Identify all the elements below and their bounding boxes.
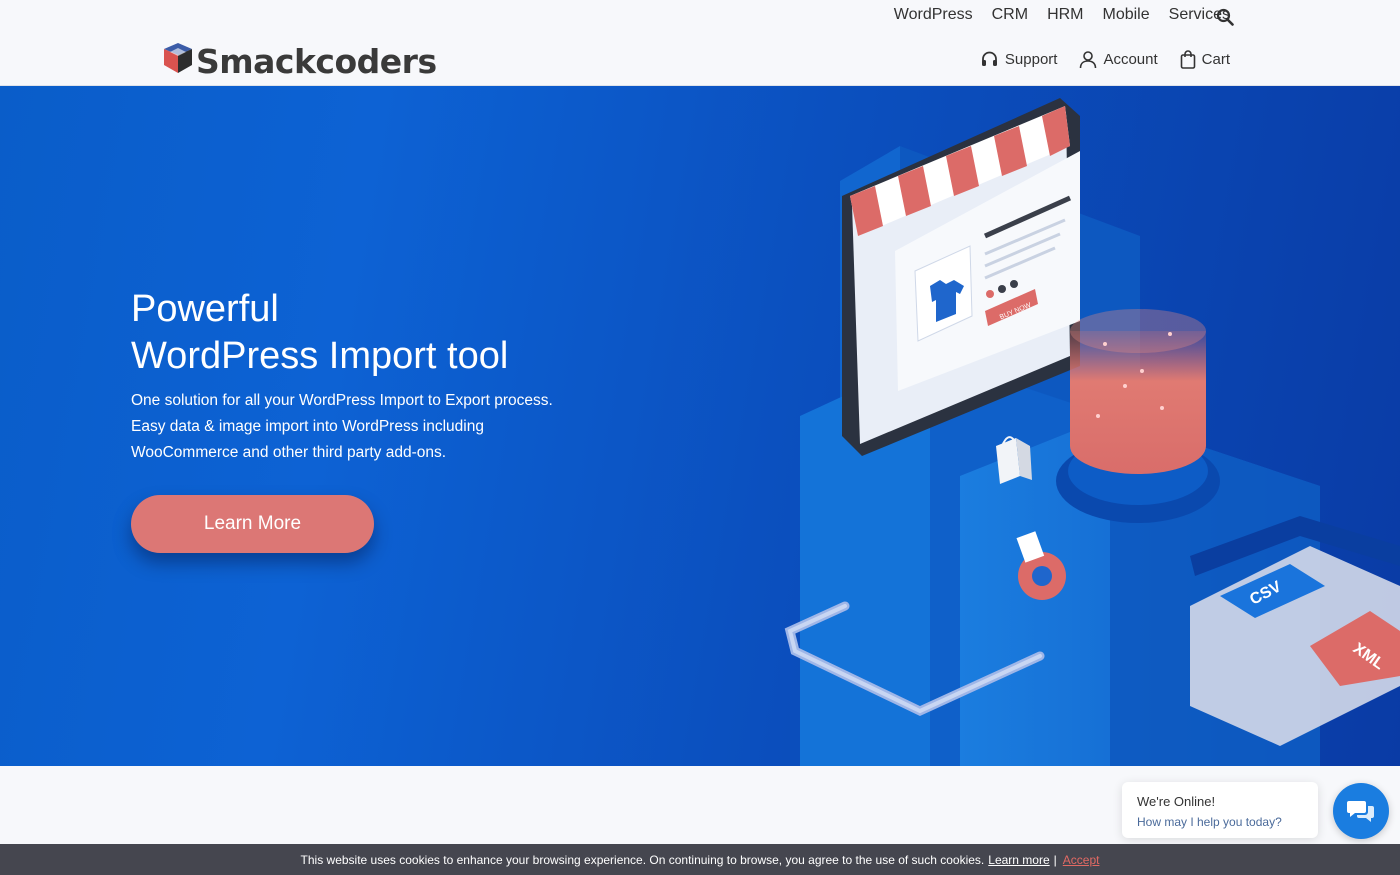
site-logo[interactable]: Smackcoders — [160, 38, 437, 84]
cookie-learn-more-link[interactable]: Learn more — [988, 853, 1049, 867]
top-nav: WordPress CRM HRM Mobile Services — [875, 6, 1230, 24]
chat-greeting-bubble[interactable]: We're Online! How may I help you today? — [1122, 782, 1318, 838]
account-label: Account — [1103, 51, 1158, 68]
chat-launcher-button[interactable] — [1333, 783, 1389, 839]
chat-icon — [1347, 801, 1374, 822]
hero-illustration: BUY NOW CSV XML — [784, 98, 1400, 766]
cart-link[interactable]: Cart — [1180, 50, 1230, 69]
user-icon — [1080, 51, 1097, 69]
hero-sub-line3: WooCommerce and other third party add-on… — [131, 444, 447, 461]
learn-more-button[interactable]: Learn More — [131, 495, 374, 553]
chat-online-text: We're Online! — [1137, 794, 1216, 809]
nav-wordpress[interactable]: WordPress — [894, 6, 973, 24]
cookie-message: This website uses cookies to enhance you… — [300, 852, 985, 867]
brand-name: Smackcoders — [196, 41, 437, 81]
hero-title-line2: WordPress Import tool — [131, 335, 509, 377]
cookie-separator: | — [1053, 852, 1057, 867]
hero-subtitle: One solution for all your WordPress Impo… — [131, 388, 591, 466]
hero-title: Powerful WordPress Import tool — [131, 286, 508, 380]
hero-sub-line2: Easy data & image import into WordPress … — [131, 418, 484, 435]
logo-cube-icon — [164, 43, 192, 73]
support-link[interactable]: Support — [980, 50, 1058, 69]
cart-label: Cart — [1201, 51, 1230, 68]
chat-help-text: How may I help you today? — [1137, 815, 1282, 829]
nav-hrm[interactable]: HRM — [1047, 6, 1083, 24]
hero-banner: Powerful WordPress Import tool One solut… — [0, 86, 1400, 766]
account-link[interactable]: Account — [1079, 50, 1158, 69]
nav-crm[interactable]: CRM — [992, 6, 1028, 24]
search-icon[interactable] — [1216, 8, 1234, 26]
account-nav: Support Account Cart — [958, 50, 1230, 69]
shopping-bag-icon — [1180, 50, 1195, 69]
site-header: Smackcoders WordPress CRM HRM Mobile Ser… — [0, 0, 1400, 86]
nav-mobile[interactable]: Mobile — [1103, 6, 1150, 24]
support-label: Support — [1004, 51, 1058, 68]
hero-title-line1: Powerful — [131, 288, 279, 330]
hero-sub-line1: One solution for all your WordPress Impo… — [131, 392, 553, 409]
cookie-accept-link[interactable]: Accept — [1063, 853, 1100, 867]
cookie-banner: This website uses cookies to enhance you… — [0, 844, 1400, 875]
headset-icon — [981, 51, 997, 66]
